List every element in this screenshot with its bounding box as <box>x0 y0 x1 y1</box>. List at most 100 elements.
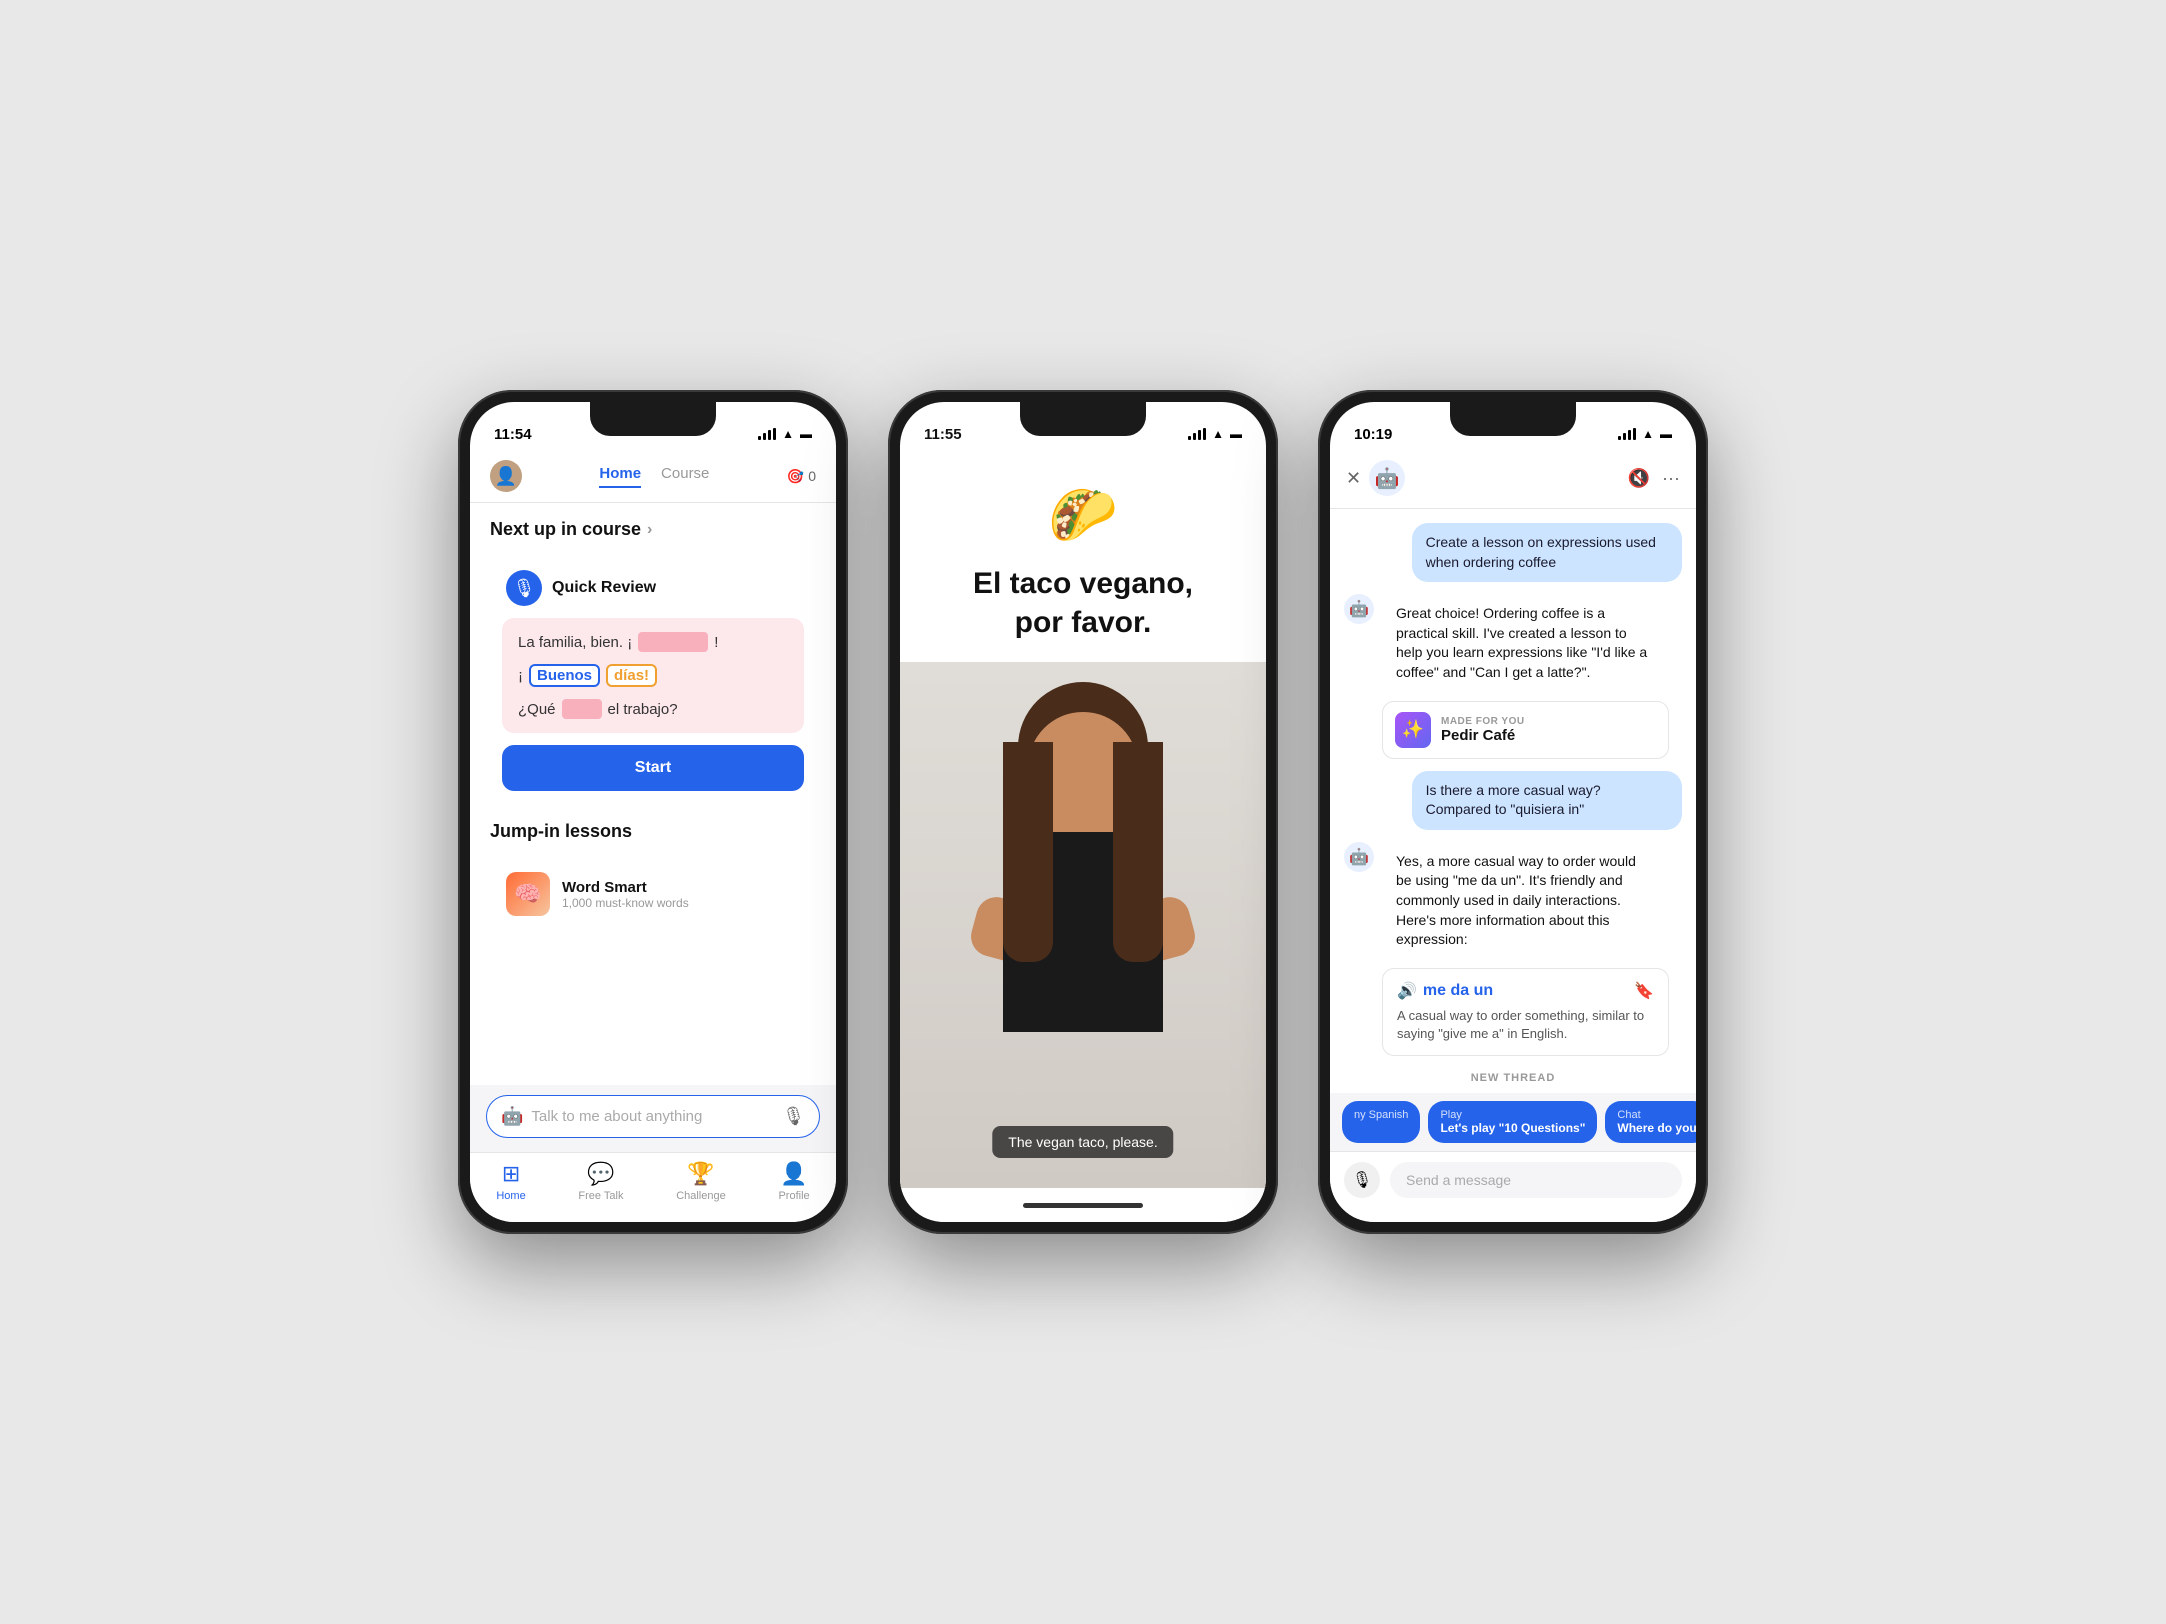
bookmark-button[interactable]: 🔖 <box>1634 981 1654 1001</box>
expression-word-text: me da un <box>1423 982 1493 1000</box>
home-bar-2 <box>900 1188 1266 1222</box>
suggestion-chips: ny Spanish Play Let's play "10 Questions… <box>1330 1093 1696 1151</box>
input-mic-button[interactable]: 🎙 <box>1344 1162 1380 1198</box>
mute-icon[interactable]: 🔇 <box>1628 468 1650 489</box>
title-line-2: por favor. <box>1015 606 1152 639</box>
bar2 <box>1193 433 1196 440</box>
message-input[interactable]: Send a message <box>1390 1162 1682 1198</box>
lesson-mini-card[interactable]: ✨ MADE FOR YOU Pedir Café <box>1382 701 1669 759</box>
notch-3 <box>1450 402 1576 436</box>
line3-prefix: ¿Qué <box>518 701 556 718</box>
chip-3-body: Where do you <box>1617 1121 1696 1135</box>
chat-header: ✕ 🤖 🔇 ··· <box>1330 452 1696 509</box>
lesson-name: Word Smart <box>562 879 800 896</box>
chip-1[interactable]: ny Spanish <box>1342 1101 1420 1143</box>
bot-msg-2-text: Yes, a more casual way to order would be… <box>1382 842 1669 960</box>
bar4 <box>1203 428 1206 440</box>
lesson-card[interactable]: 🧠 Word Smart 1,000 must-know words <box>490 858 816 930</box>
highlight-buenos: Buenos <box>529 664 600 687</box>
video-screen: 🌮 El taco vegano, por favor. <box>900 452 1266 1188</box>
person-bg <box>900 662 1266 1188</box>
chat-header-left: ✕ 🤖 <box>1346 460 1405 496</box>
streak-icon: 🎯 <box>787 468 804 485</box>
close-button[interactable]: ✕ <box>1346 468 1361 489</box>
phone-2: 11:55 ▲ ▬ 🌮 El tac <box>888 390 1278 1234</box>
home-indicator-2 <box>1023 1203 1143 1208</box>
bottom-nav-challenge[interactable]: 🏆 Challenge <box>676 1161 726 1202</box>
chat-messages: Create a lesson on expressions used when… <box>1330 509 1696 1093</box>
bot-avatar: 🤖 <box>1369 460 1405 496</box>
sound-icon[interactable]: 🔊 <box>1397 981 1417 1001</box>
quick-review-title: Quick Review <box>552 579 656 597</box>
fill-line-2: ¡ Buenos días! <box>518 664 788 687</box>
bar1 <box>1188 436 1191 440</box>
bar1 <box>758 436 761 440</box>
bar3 <box>768 430 771 440</box>
bottom-nav-freetalk[interactable]: 💬 Free Talk <box>578 1161 623 1202</box>
start-button[interactable]: Start <box>502 745 804 791</box>
expression-row: 🔊 me da un 🔖 <box>1397 981 1654 1001</box>
line3-suffix: el trabajo? <box>608 701 678 718</box>
hair-left <box>1003 742 1053 962</box>
signal-2 <box>1188 428 1206 440</box>
chip-2[interactable]: Play Let's play "10 Questions" <box>1428 1101 1597 1143</box>
user-msg-1: Create a lesson on expressions used when… <box>1412 523 1682 582</box>
user-msg-2: Is there a more casual way? Compared to … <box>1412 771 1682 830</box>
chat-input-bar[interactable]: 🤖 Talk to me about anything 🎙 <box>486 1095 820 1138</box>
bar3 <box>1198 430 1201 440</box>
home-icon: ⊞ <box>502 1161 520 1187</box>
phone-3-screen: 10:19 ▲ ▬ ✕ 🤖 <box>1330 402 1696 1222</box>
profile-icon: 👤 <box>780 1161 807 1187</box>
more-options-icon[interactable]: ··· <box>1662 468 1680 489</box>
bot-msg-2-content: Yes, a more casual way to order would be… <box>1382 842 1669 1056</box>
status-icons-1: ▲ ▬ <box>758 427 812 441</box>
signal-1 <box>758 428 776 440</box>
profile-label: Profile <box>778 1190 809 1202</box>
taco-area: 🌮 <box>1028 452 1138 564</box>
jump-in-title: Jump-in lessons <box>490 821 816 842</box>
battery-2: ▬ <box>1230 427 1242 441</box>
phone-1: 11:54 ▲ ▬ 👤 Home Course <box>458 390 848 1234</box>
line1-text: La familia, bien. ¡ <box>518 634 632 651</box>
battery-3: ▬ <box>1660 427 1672 441</box>
freetalk-label: Free Talk <box>578 1190 623 1202</box>
tab-home[interactable]: Home <box>599 465 641 488</box>
taco-icon: 🌮 <box>1048 482 1118 548</box>
chip-3[interactable]: Chat Where do you <box>1605 1101 1696 1143</box>
bottom-nav-profile[interactable]: 👤 Profile <box>778 1161 809 1202</box>
fill-line-3: ¿Qué el trabajo? <box>518 699 788 719</box>
bar2 <box>1623 433 1626 440</box>
lesson-info: Word Smart 1,000 must-know words <box>562 879 800 910</box>
bar1 <box>1618 436 1621 440</box>
bottom-nav-home[interactable]: ⊞ Home <box>496 1161 525 1202</box>
expression-card: 🔊 me da un 🔖 A casual way to order somet… <box>1382 968 1669 1056</box>
lesson-mini-name: Pedir Café <box>1441 727 1656 744</box>
bot-msg-2-row: 🤖 Yes, a more casual way to order would … <box>1344 842 1682 1056</box>
notch-1 <box>590 402 716 436</box>
chat-placeholder-text: Talk to me about anything <box>531 1108 774 1125</box>
bot-msg-1-content: Great choice! Ordering coffee is a pract… <box>1382 594 1669 758</box>
new-thread-divider: NEW THREAD <box>1344 1068 1682 1088</box>
video-title: El taco vegano, por favor. <box>943 564 1223 662</box>
freetalk-icon: 💬 <box>587 1161 614 1187</box>
notch-2 <box>1020 402 1146 436</box>
quick-review-card: 🎙 Quick Review La familia, bien. ¡ ! ¡ B… <box>490 556 816 805</box>
video-person-area: The vegan taco, please. <box>900 662 1266 1188</box>
bar3 <box>1628 430 1631 440</box>
avatar-1[interactable]: 👤 <box>490 460 522 492</box>
robot-icon: 🤖 <box>501 1106 523 1127</box>
chevron-icon: › <box>647 521 652 539</box>
time-2: 11:55 <box>924 426 962 443</box>
fill-blank-area[interactable]: La familia, bien. ¡ ! ¡ Buenos días! ¿Qu… <box>502 618 804 733</box>
wifi-2: ▲ <box>1212 427 1224 441</box>
home-label: Home <box>496 1190 525 1202</box>
bar2 <box>763 433 766 440</box>
tab-course[interactable]: Course <box>661 465 709 488</box>
lesson-mini-icon: ✨ <box>1395 712 1431 748</box>
signal-3 <box>1618 428 1636 440</box>
lesson-mini-info: MADE FOR YOU Pedir Café <box>1441 716 1656 744</box>
bot-msg-1-row: 🤖 Great choice! Ordering coffee is a pra… <box>1344 594 1682 758</box>
bot-msg-1-text: Great choice! Ordering coffee is a pract… <box>1382 594 1669 692</box>
hair-right <box>1113 742 1163 962</box>
challenge-icon: 🏆 <box>687 1161 714 1187</box>
